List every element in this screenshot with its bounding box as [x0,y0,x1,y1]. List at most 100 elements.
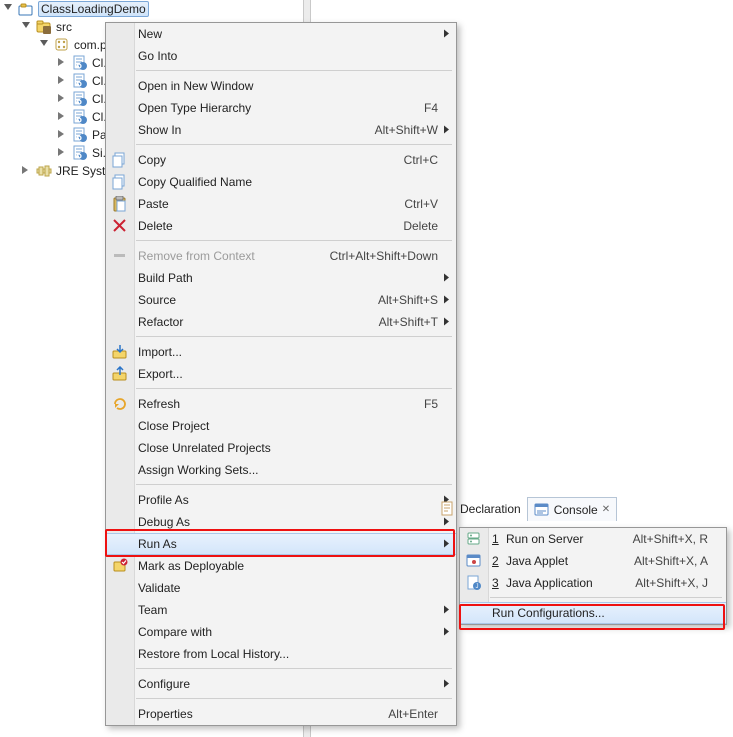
menu-label: Export... [138,367,438,381]
menu-shortcut: Alt+Shift+T [379,315,438,329]
applet-icon [466,553,482,569]
source-folder-icon [36,19,52,35]
menu-validate[interactable]: Validate [106,577,456,599]
menu-delete[interactable]: Delete Delete [106,215,456,237]
menu-label: Open Type Hierarchy [138,101,424,115]
menu-label: Java Application [502,576,635,590]
twisty-open-icon[interactable] [40,40,50,50]
view-tabs: Declaration Console ✕ [440,498,617,520]
java-file-icon [72,55,88,71]
menu-team[interactable]: Team [106,599,456,621]
menu-build-path[interactable]: Build Path [106,267,456,289]
menu-label: Copy Qualified Name [138,175,438,189]
menu-debug-as[interactable]: Debug As [106,511,456,533]
menu-restore-local-history[interactable]: Restore from Local History... [106,643,456,665]
menu-label: Java Applet [502,554,634,568]
menu-label: Close Unrelated Projects [138,441,438,455]
console-icon [534,502,550,518]
refresh-icon [112,396,128,412]
menu-shortcut: Ctrl+Alt+Shift+Down [330,249,438,263]
menu-label: Run As [138,537,438,551]
submenu-arrow-icon [444,680,450,689]
menu-go-into[interactable]: Go Into [106,45,456,67]
close-icon[interactable]: ✕ [602,504,610,515]
menu-shortcut: Alt+Shift+X, A [634,554,708,568]
menu-mark-deployable[interactable]: Mark as Deployable [106,555,456,577]
submenu-arrow-icon [444,606,450,615]
menu-label: Copy [138,153,404,167]
menu-label: Validate [138,581,438,595]
submenu-java-applet[interactable]: 2 Java Applet Alt+Shift+X, A [460,550,726,572]
remove-icon [112,248,128,264]
java-file-icon [72,109,88,125]
run-as-submenu: 1 Run on Server Alt+Shift+X, R 2 Java Ap… [459,527,727,625]
menu-source[interactable]: Source Alt+Shift+S [106,289,456,311]
menu-compare-with[interactable]: Compare with [106,621,456,643]
menu-refactor[interactable]: Refactor Alt+Shift+T [106,311,456,333]
tab-label: Console [554,503,598,517]
submenu-run-configurations[interactable]: Run Configurations... [460,602,726,624]
menu-assign-working-sets[interactable]: Assign Working Sets... [106,459,456,481]
submenu-java-application[interactable]: 3 Java Application Alt+Shift+X, J [460,572,726,594]
menu-export[interactable]: Export... [106,363,456,385]
twisty-closed-icon[interactable] [22,166,32,176]
menu-refresh[interactable]: Refresh F5 [106,393,456,415]
twisty-closed-icon[interactable] [58,148,68,158]
menu-index: 3 [492,576,502,590]
menu-profile-as[interactable]: Profile As [106,489,456,511]
menu-new[interactable]: New [106,23,456,45]
menu-label: Source [138,293,378,307]
menu-label: Mark as Deployable [138,559,438,573]
twisty-closed-icon[interactable] [58,112,68,122]
menu-show-in[interactable]: Show In Alt+Shift+W [106,119,456,141]
tab-declaration[interactable]: Declaration [440,501,521,517]
menu-close-unrelated-projects[interactable]: Close Unrelated Projects [106,437,456,459]
menu-label: Close Project [138,419,438,433]
source-folder-label[interactable]: src [56,20,72,34]
menu-label: New [138,27,438,41]
submenu-arrow-icon [444,628,450,637]
menu-label: Delete [138,219,403,233]
menu-shortcut: Delete [403,219,438,233]
submenu-arrow-icon [444,540,450,549]
menu-shortcut: F4 [424,101,438,115]
menu-open-type-hierarchy[interactable]: Open Type Hierarchy F4 [106,97,456,119]
server-icon [466,531,482,547]
submenu-arrow-icon [444,30,450,39]
java-app-icon [466,575,482,591]
submenu-run-on-server[interactable]: 1 Run on Server Alt+Shift+X, R [460,528,726,550]
menu-close-project[interactable]: Close Project [106,415,456,437]
twisty-open-icon[interactable] [22,22,32,32]
menu-properties[interactable]: Properties Alt+Enter [106,703,456,725]
deployable-icon [112,558,128,574]
twisty-closed-icon[interactable] [58,58,68,68]
submenu-arrow-icon [444,318,450,327]
menu-paste[interactable]: Paste Ctrl+V [106,193,456,215]
tab-console[interactable]: Console ✕ [527,497,617,521]
project-label[interactable]: ClassLoadingDemo [38,1,149,17]
menu-copy[interactable]: Copy Ctrl+C [106,149,456,171]
java-file-icon [72,145,88,161]
menu-copy-qualified-name[interactable]: Copy Qualified Name [106,171,456,193]
twisty-closed-icon[interactable] [58,94,68,104]
menu-label: Paste [138,197,404,211]
menu-shortcut: Ctrl+V [404,197,438,211]
menu-label: Show In [138,123,375,137]
menu-shortcut: Alt+Shift+X, J [635,576,708,590]
menu-shortcut: F5 [424,397,438,411]
menu-configure[interactable]: Configure [106,673,456,695]
menu-run-as[interactable]: Run As [106,533,456,555]
twisty-closed-icon[interactable] [58,76,68,86]
menu-label: Refactor [138,315,379,329]
menu-label: Properties [138,707,388,721]
copy-icon [112,152,128,168]
menu-label: Run on Server [502,532,633,546]
menu-open-new-window[interactable]: Open in New Window [106,75,456,97]
menu-shortcut: Alt+Enter [388,707,438,721]
menu-import[interactable]: Import... [106,341,456,363]
menu-label: Build Path [138,271,438,285]
twisty-closed-icon[interactable] [58,130,68,140]
jre-library-icon [36,163,52,179]
twisty-open-icon[interactable] [4,4,14,14]
menu-shortcut: Alt+Shift+X, R [633,532,708,546]
